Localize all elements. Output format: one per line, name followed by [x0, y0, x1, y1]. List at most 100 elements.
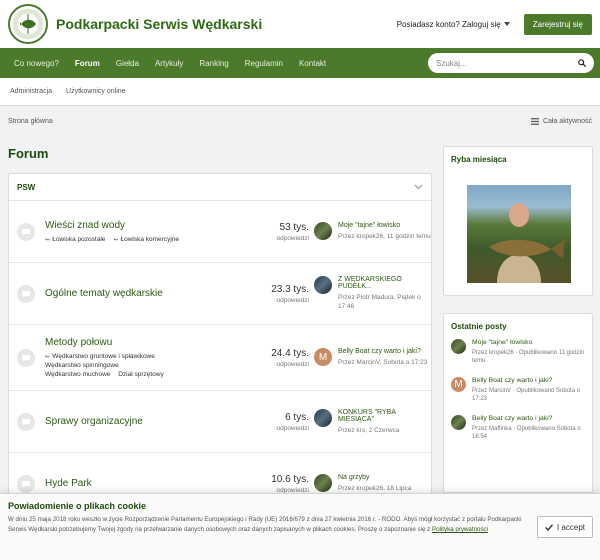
forum-title[interactable]: Ogólne tematy wędkarskie — [45, 288, 235, 299]
nav-item-ranking[interactable]: Ranking — [191, 48, 236, 78]
nav-item-forum[interactable]: Forum — [67, 48, 108, 78]
search-input[interactable] — [436, 58, 566, 68]
subforum-label: Wędkarstwo muchowe — [45, 370, 111, 378]
nav-item-gielda[interactable]: Giełda — [108, 48, 147, 78]
reply-count: 23.3 tys. — [271, 283, 309, 295]
nav-item-regulamin[interactable]: Regulamin — [237, 48, 291, 78]
fish-of-month-photo[interactable] — [467, 185, 571, 283]
reply-count: 10.6 tys. — [271, 473, 309, 485]
avatar[interactable] — [451, 339, 466, 354]
last-post-meta: Przez kropek26, 11 godzin temu — [338, 233, 431, 240]
login-label: Posiadasz konto? Zaloguj się — [396, 19, 501, 29]
site-header: Podkarpacki Serwis Wędkarski Posiadasz k… — [0, 0, 600, 48]
search-box — [428, 53, 594, 73]
last-post-title[interactable]: Z WĘDKARSKIEGO PUDEŁK... — [338, 276, 431, 290]
forum-status-icon — [17, 474, 35, 493]
subforum-link[interactable]: Dział sprzętowy — [118, 371, 164, 378]
site-title[interactable]: Podkarpacki Serwis Wędkarski — [56, 16, 262, 32]
forum-row: Ogólne tematy wędkarskie 23.3 tys. odpow… — [9, 263, 431, 325]
forum-category-box: PSW Wieści znad wody ⌙ Łowiska pozostałe… — [8, 173, 432, 543]
subforum-label: Łowiska komercyjne — [120, 235, 179, 243]
avatar[interactable]: M — [451, 377, 466, 392]
forum-status-icon — [17, 222, 35, 241]
avatar[interactable] — [314, 474, 332, 492]
caret-down-icon — [503, 22, 510, 26]
forum-title[interactable]: Sprawy organizacyjne — [45, 416, 235, 427]
reply-count-label: odpowiedzi — [276, 296, 309, 304]
subnav-item-online-users[interactable]: Użytkownicy online — [62, 88, 130, 95]
site-logo[interactable] — [8, 4, 48, 44]
forum-row: Wieści znad wody ⌙ Łowiska pozostałe ⌙ Ł… — [9, 201, 431, 263]
forum-row: Metody połowu ⌙ Wędkarstwo gruntowe i sp… — [9, 325, 431, 391]
forum-title[interactable]: Wieści znad wody — [45, 220, 235, 231]
all-activity-label: Cała aktywność — [542, 117, 592, 125]
avatar[interactable] — [314, 408, 332, 427]
subforum-link[interactable]: ⌙ Wędkarstwo gruntowe i spławikowe — [45, 353, 155, 360]
page-title: Forum — [8, 146, 49, 161]
subforum-link[interactable]: ⌙ Łowiska komercyjne — [113, 236, 179, 243]
reply-count-label: odpowiedzi — [276, 360, 309, 368]
category-name: PSW — [17, 182, 36, 192]
register-button[interactable]: Zarejestruj się — [523, 13, 592, 35]
last-post-title[interactable]: Na grzyby — [338, 474, 411, 481]
accept-cookies-button[interactable]: I accept — [537, 516, 593, 538]
latest-post-item: Belly Boat czy warto i jaki? Przez Maffi… — [444, 415, 592, 441]
last-post-meta: Przez Piotr Madura, Piątek o 17:46 — [338, 294, 421, 310]
reply-count-label: odpowiedzi — [276, 424, 309, 432]
breadcrumb-bar: Strona główna Cała aktywność — [0, 106, 600, 136]
avatar[interactable] — [451, 415, 466, 430]
privacy-policy-link[interactable]: Polityką prywatności — [432, 526, 488, 533]
cookie-text: W dniu 25 maja 2018 roku weszło w życie … — [8, 515, 526, 535]
fish-of-month-title: Ryba miesiąca — [451, 155, 507, 164]
latest-post-item: M Belly Boat czy warto i jaki? Przez Mar… — [444, 377, 592, 403]
subforum-link[interactable]: ⌙ Łowiska pozostałe — [45, 236, 105, 243]
forum-status-icon — [17, 284, 35, 303]
cookie-title: Powiadomienie o plikach cookie — [8, 501, 147, 511]
forum-row: Sprawy organizacyjne 6 tys. odpowiedzi K… — [9, 391, 431, 453]
subforum-link[interactable]: Wędkarstwo muchowe — [45, 371, 110, 378]
forum-status-icon — [17, 412, 35, 431]
activity-icon — [530, 117, 539, 125]
latest-post-meta: Przez kropek26 · Opublikowano 11 godzin … — [472, 350, 585, 364]
last-post-meta: Przez MarcinV, Sobota o 17:23 — [338, 359, 428, 366]
subnav-item-administracja[interactable]: Administracja — [6, 88, 56, 95]
last-post-meta: Przez kropek26, 18 Lipca — [338, 485, 412, 492]
category-header[interactable]: PSW — [9, 174, 431, 201]
latest-posts-title: Ostatnie posty — [451, 322, 507, 331]
nav-item-artykuly[interactable]: Artykuły — [147, 48, 191, 78]
forum-title[interactable]: Metody połowu — [45, 337, 235, 348]
nav-item-kontakt[interactable]: Kontakt — [291, 48, 334, 78]
reply-count: 6 tys. — [285, 411, 309, 423]
all-activity-link[interactable]: Cała aktywność — [530, 117, 592, 125]
breadcrumb-home[interactable]: Strona główna — [8, 118, 53, 125]
sub-nav: Administracja Użytkownicy online — [0, 78, 600, 106]
avatar[interactable] — [314, 222, 332, 240]
latest-post-title[interactable]: Belly Boat czy warto i jaki? — [472, 377, 585, 384]
subforum-label: Wędkarstwo gruntowe i spławikowe — [52, 352, 155, 360]
last-post-meta: Przez krs, 2 Czerwca — [338, 426, 400, 434]
subforum-label: Dział sprzętowy — [118, 370, 164, 378]
check-icon — [544, 523, 553, 531]
accept-label: I accept — [556, 522, 585, 532]
fish-of-month-widget: Ryba miesiąca — [443, 146, 593, 296]
chevron-down-icon[interactable] — [414, 184, 423, 190]
subforum-label: Wędkarstwo spinningowe — [45, 361, 119, 369]
angler-photo-icon — [489, 203, 565, 283]
login-link[interactable]: Posiadasz konto? Zaloguj się — [397, 20, 510, 29]
avatar[interactable]: M — [314, 348, 332, 366]
nav-item-whats-new[interactable]: Co nowego? — [6, 48, 67, 78]
last-post-title[interactable]: Moje "tajne" łowisko — [338, 222, 431, 229]
latest-posts-widget: Ostatnie posty Moje "tajne" łowisko Prze… — [443, 313, 593, 493]
search-icon[interactable] — [578, 59, 586, 67]
latest-post-item: Moje "tajne" łowisko Przez kropek26 · Op… — [444, 339, 592, 365]
subforum-link[interactable]: Wędkarstwo spinningowe — [45, 362, 119, 369]
latest-post-title[interactable]: Moje "tajne" łowisko — [472, 339, 585, 346]
forum-title[interactable]: Hyde Park — [45, 478, 235, 489]
forum-status-icon — [17, 348, 35, 367]
latest-post-title[interactable]: Belly Boat czy warto i jaki? — [472, 415, 585, 422]
reply-count: 53 tys. — [279, 221, 309, 233]
last-post-title[interactable]: Belly Boat czy warto i jaki? — [338, 348, 427, 355]
cookie-banner: Powiadomienie o plikach cookie W dniu 25… — [0, 493, 600, 560]
avatar[interactable] — [314, 276, 332, 294]
last-post-title[interactable]: KONKURS "RYBA MIESIĄCA" — [338, 409, 431, 423]
